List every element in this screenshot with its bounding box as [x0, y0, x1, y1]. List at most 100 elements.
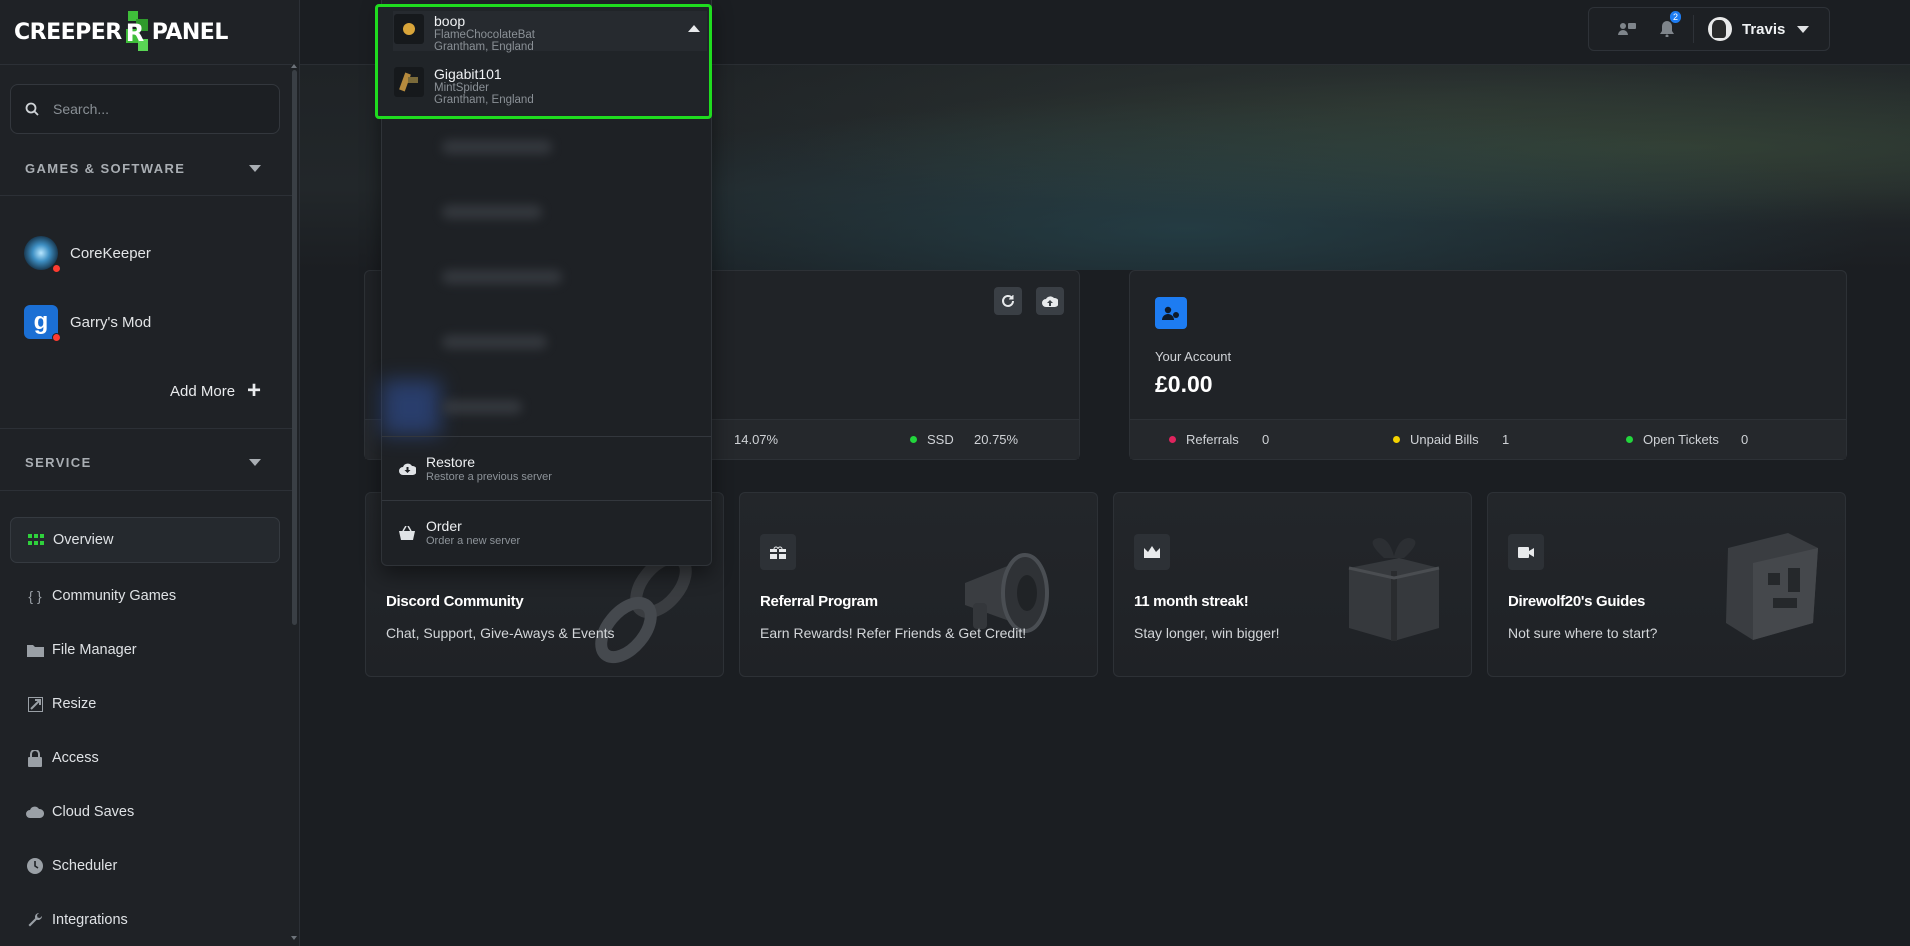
- nav-integrations[interactable]: Integrations: [10, 897, 280, 943]
- order-server-action[interactable]: Order Order a new server: [382, 500, 711, 564]
- chevron-down-icon[interactable]: [1797, 25, 1810, 33]
- blurred-server-item[interactable]: [442, 140, 552, 154]
- scroll-down-arrow[interactable]: [291, 936, 297, 940]
- promo-title: Discord Community: [386, 593, 524, 610]
- add-more-button[interactable]: Add More +: [170, 377, 262, 404]
- stat-label: Referrals: [1186, 432, 1239, 447]
- action-title: Restore: [426, 454, 476, 470]
- promo-guides[interactable]: Direwolf20's Guides Not sure where to st…: [1487, 492, 1846, 677]
- chevron-up-icon[interactable]: [688, 25, 700, 32]
- search-box[interactable]: [10, 84, 280, 134]
- nav-cloud-saves[interactable]: Cloud Saves: [10, 789, 280, 835]
- cloud-upload-button[interactable]: [1036, 287, 1064, 315]
- notification-badge: 2: [1669, 11, 1681, 23]
- support-chat-icon[interactable]: [1615, 17, 1639, 41]
- lock-icon: [26, 749, 44, 767]
- nav-scheduler[interactable]: Scheduler: [10, 843, 280, 889]
- stat-open-tickets[interactable]: Open Tickets 0: [1626, 432, 1748, 447]
- refresh-icon: [1002, 294, 1014, 307]
- nav-label: File Manager: [52, 642, 137, 658]
- restore-server-action[interactable]: Restore Restore a previous server: [382, 436, 711, 500]
- divider: [0, 64, 292, 65]
- server-name: Gigabit101: [434, 66, 502, 82]
- creeper-logo-icon: R: [124, 11, 150, 53]
- add-more-label: Add More: [170, 382, 236, 400]
- search-input[interactable]: [51, 100, 251, 118]
- sidebar: CREEPER R PANEL GAMES & SOFTWARE CoreKee…: [0, 0, 300, 946]
- nav-access[interactable]: Access: [10, 735, 280, 781]
- stat-value: 1: [1502, 432, 1510, 447]
- account-icon: [1155, 297, 1187, 329]
- stat-unpaid-bills[interactable]: Unpaid Bills 1: [1393, 432, 1509, 447]
- game-label: Garry's Mod: [70, 313, 152, 331]
- promo-subtitle: Earn Rewards! Refer Friends & Get Credit…: [760, 625, 1027, 641]
- server-node: FlameChocolateBat: [434, 29, 535, 41]
- user-toolbar: 2 Travis: [1588, 7, 1830, 51]
- nav-resize[interactable]: Resize: [10, 681, 280, 727]
- cloud-download-icon: [398, 460, 416, 478]
- server-option-gigabit101[interactable]: Gigabit101 MintSpider Grantham, England: [394, 67, 534, 106]
- plus-icon: +: [247, 377, 262, 404]
- nav-label: Integrations: [52, 912, 128, 928]
- nav-community-games[interactable]: { } Community Games: [10, 573, 280, 619]
- video-camera-icon: [1508, 534, 1544, 570]
- nav-file-manager[interactable]: File Manager: [10, 627, 280, 673]
- user-name[interactable]: Travis: [1742, 21, 1785, 38]
- blurred-server-item[interactable]: [442, 270, 562, 284]
- promo-streak[interactable]: 11 month streak! Stay longer, win bigger…: [1113, 492, 1472, 677]
- action-title: Order: [426, 518, 462, 534]
- folder-icon: [26, 641, 44, 659]
- nav-label: Community Games: [52, 588, 177, 604]
- divider: [0, 195, 292, 196]
- promo-title: 11 month streak!: [1134, 593, 1249, 610]
- offline-status-dot: [52, 264, 61, 273]
- logo-left: CREEPER: [14, 19, 122, 45]
- ssd-label: SSD: [927, 432, 954, 447]
- service-heading: SERVICE: [25, 455, 92, 470]
- action-subtitle: Restore a previous server: [426, 471, 552, 483]
- promo-referral[interactable]: Referral Program Earn Rewards! Refer Fri…: [739, 492, 1098, 677]
- stat-value: 0: [1262, 432, 1270, 447]
- sidebar-scrollbar[interactable]: [292, 70, 297, 625]
- promo-subtitle: Stay longer, win bigger!: [1134, 625, 1280, 641]
- game-label: CoreKeeper: [70, 244, 151, 262]
- gift-icon: [1348, 538, 1440, 641]
- blurred-server-item[interactable]: [442, 400, 522, 414]
- promo-title: Referral Program: [760, 593, 878, 610]
- blurred-server-item[interactable]: [442, 335, 547, 349]
- server-name: boop: [434, 13, 466, 29]
- bell-icon[interactable]: 2: [1655, 11, 1681, 41]
- server-option-boop[interactable]: boop FlameChocolateBat Grantham, England: [394, 14, 535, 53]
- server-location: Grantham, England: [434, 94, 534, 106]
- refresh-button[interactable]: [994, 287, 1022, 315]
- cloud-upload-icon: [1042, 296, 1058, 307]
- game-item-garrysmod[interactable]: g Garry's Mod: [24, 305, 152, 342]
- basket-icon: [398, 524, 416, 542]
- nav-label: Overview: [53, 532, 114, 548]
- scroll-up-arrow[interactable]: [291, 64, 297, 68]
- divider: [0, 428, 292, 429]
- service-collapse-icon[interactable]: [249, 459, 261, 466]
- resize-icon: [26, 695, 44, 713]
- game-item-corekeeper[interactable]: CoreKeeper: [24, 236, 151, 273]
- stat-value: 0: [1741, 432, 1749, 447]
- blurred-server-item[interactable]: [442, 205, 542, 219]
- nav-label: Scheduler: [52, 858, 118, 874]
- games-collapse-icon[interactable]: [249, 165, 261, 172]
- user-avatar[interactable]: [1708, 17, 1732, 41]
- garrysmod-icon: g: [24, 305, 61, 342]
- account-card: Your Account £0.00 Referrals 0 Unpaid Bi…: [1129, 270, 1847, 460]
- status-dot: [1393, 436, 1400, 443]
- nav-overview[interactable]: Overview: [10, 517, 280, 563]
- cloud-icon: [26, 803, 44, 821]
- logo[interactable]: CREEPER R PANEL: [14, 10, 228, 54]
- ssd-status-dot: [910, 436, 917, 443]
- toolbar-separator: [1693, 15, 1694, 43]
- grid-icon: [27, 531, 45, 549]
- games-heading: GAMES & SOFTWARE: [25, 161, 186, 176]
- stat-label: Open Tickets: [1643, 432, 1719, 447]
- stat-referrals[interactable]: Referrals 0: [1169, 432, 1269, 447]
- promo-subtitle: Chat, Support, Give-Aways & Events: [386, 625, 615, 641]
- logo-right: PANEL: [151, 19, 229, 45]
- stat-value: 14.07%: [734, 432, 779, 447]
